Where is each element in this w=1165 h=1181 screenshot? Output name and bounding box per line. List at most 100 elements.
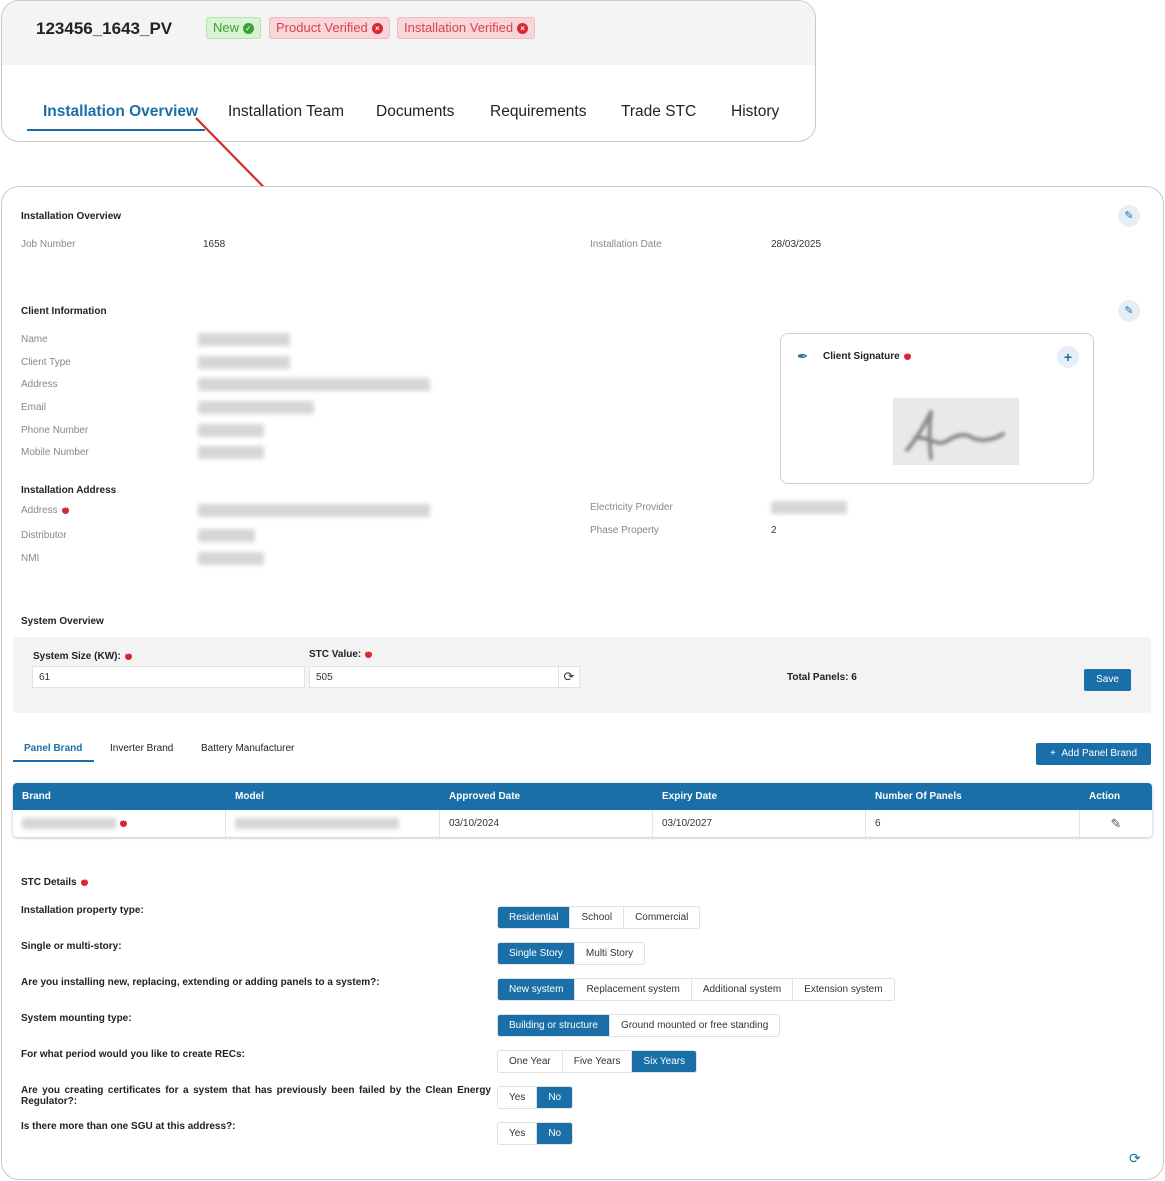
system-size-label: System Size (KW): [33, 650, 132, 662]
question-property-type: Installation property type: [21, 905, 144, 916]
edit-pencil-icon[interactable]: ✎ [1080, 810, 1152, 837]
tab-installation-overview[interactable]: Installation Overview [43, 103, 198, 121]
redacted-value [22, 818, 116, 829]
redacted-value [198, 401, 314, 414]
client-name-label: Name [21, 334, 48, 345]
phase-property-label: Phase Property [590, 525, 659, 536]
required-icon [80, 876, 88, 886]
rec-period-selector: One Year Five Years Six Years [497, 1050, 698, 1073]
system-type-selector: New system Replacement system Additional… [497, 978, 895, 1001]
redacted-value [198, 504, 430, 517]
refresh-stc-icon[interactable]: ⟳ [558, 666, 580, 688]
redacted-value [235, 818, 399, 829]
system-overview-panel: System Size (KW): 61 STC Value: 505 ⟳ To… [13, 637, 1151, 713]
section-title-system-overview: System Overview [21, 616, 104, 627]
save-button[interactable]: Save [1084, 669, 1131, 691]
option-one-year[interactable]: One Year [498, 1051, 563, 1072]
section-title-installation-overview: Installation Overview [21, 211, 122, 222]
required-icon [365, 648, 373, 658]
total-panels-text: Total Panels: 6 [787, 672, 857, 683]
installation-details-card: Installation Overview ✎ Job Number 1658 … [1, 186, 1164, 1180]
option-extension-system[interactable]: Extension system [793, 979, 893, 1000]
option-building-or-structure[interactable]: Building or structure [498, 1015, 610, 1036]
main-tabs: Installation Overview Installation Team … [2, 65, 815, 141]
x-circle-icon: × [371, 22, 383, 34]
column-header-brand: Brand [22, 791, 51, 802]
installation-date-label: Installation Date [590, 239, 662, 250]
story-selector: Single Story Multi Story [497, 942, 646, 965]
cell-model [226, 810, 440, 837]
option-replacement-system[interactable]: Replacement system [575, 979, 692, 1000]
client-phone-label: Phone Number [21, 425, 89, 436]
tab-panel-brand[interactable]: Panel Brand [24, 743, 82, 754]
add-signature-button[interactable]: + [1057, 346, 1079, 368]
distributor-label: Distributor [21, 530, 67, 541]
redacted-value [198, 446, 264, 459]
client-signature-card: ✒ Client Signature + [780, 333, 1094, 484]
table-row: 03/10/2024 03/10/2027 6 ✎ [13, 810, 1152, 837]
refresh-icon[interactable]: ⟳ [1129, 1150, 1141, 1167]
add-panel-brand-button[interactable]: + Add Panel Brand [1036, 743, 1151, 765]
tab-history[interactable]: History [731, 103, 779, 121]
job-header-bar: 123456_1643_PV New ✓ Product Verified × … [2, 1, 815, 65]
option-residential[interactable]: Residential [498, 907, 571, 928]
option-school[interactable]: School [570, 907, 625, 928]
pen-signature-icon: ✒ [797, 348, 809, 364]
option-yes[interactable]: Yes [498, 1123, 538, 1144]
tab-trade-stc[interactable]: Trade STC [621, 103, 696, 121]
active-tab-indicator [27, 129, 205, 131]
option-commercial[interactable]: Commercial [624, 907, 699, 928]
option-no[interactable]: No [537, 1123, 573, 1144]
job-title: 123456_1643_PV [36, 19, 173, 38]
column-header-expiry-date: Expiry Date [662, 791, 718, 802]
status-badge-installation-verified: Installation Verified × [397, 17, 536, 39]
client-mobile-label: Mobile Number [21, 447, 89, 458]
redacted-value [198, 356, 290, 369]
signature-title: Client Signature [823, 350, 911, 362]
question-multiple-sgu: Is there more than one SGU at this addre… [21, 1121, 236, 1132]
redacted-value [198, 378, 430, 391]
option-single-story[interactable]: Single Story [498, 943, 575, 964]
option-six-years[interactable]: Six Years [632, 1051, 697, 1072]
option-multi-story[interactable]: Multi Story [575, 943, 644, 964]
option-yes[interactable]: Yes [498, 1087, 538, 1108]
option-additional-system[interactable]: Additional system [692, 979, 794, 1000]
tab-battery-manufacturer[interactable]: Battery Manufacturer [201, 743, 294, 754]
panel-brand-table: Brand Model Approved Date Expiry Date Nu… [13, 783, 1152, 837]
redacted-value [771, 501, 847, 514]
edit-pencil-icon[interactable]: ✎ [1118, 300, 1140, 322]
badge-label: New [213, 20, 240, 35]
option-no[interactable]: No [537, 1087, 573, 1108]
redacted-value [198, 333, 290, 346]
check-circle-icon: ✓ [243, 22, 255, 34]
mounting-type-selector: Building or structure Ground mounted or … [497, 1014, 781, 1037]
failed-system-selector: Yes No [497, 1086, 574, 1109]
tab-inverter-brand[interactable]: Inverter Brand [110, 743, 173, 754]
question-rec-period: For what period would you like to create… [21, 1049, 245, 1060]
question-system-type: Are you installing new, replacing, exten… [21, 977, 380, 988]
question-failed-system: Are you creating certificates for a syst… [21, 1085, 491, 1107]
active-subtab-indicator [13, 760, 94, 762]
option-ground-mounted[interactable]: Ground mounted or free standing [610, 1015, 779, 1036]
question-mounting-type: System mounting type: [21, 1013, 132, 1024]
system-size-input[interactable]: 61 [32, 666, 305, 688]
column-header-model: Model [235, 791, 264, 802]
section-title-client-information: Client Information [21, 306, 107, 317]
status-badge-new: New ✓ [206, 17, 262, 39]
stc-value-label: STC Value: [309, 648, 373, 660]
signature-scribble [905, 410, 1005, 460]
install-address-label: Address [21, 504, 69, 516]
stc-value-input[interactable]: 505 [309, 666, 559, 688]
column-header-approved-date: Approved Date [449, 791, 521, 802]
job-header-card: 123456_1643_PV New ✓ Product Verified × … [1, 0, 816, 142]
x-circle-icon: × [517, 22, 529, 34]
tab-requirements[interactable]: Requirements [490, 103, 587, 121]
badge-label: Installation Verified [404, 20, 514, 35]
tab-documents[interactable]: Documents [376, 103, 454, 121]
cell-brand [13, 810, 226, 837]
option-new-system[interactable]: New system [498, 979, 576, 1000]
edit-pencil-icon[interactable]: ✎ [1118, 205, 1140, 227]
option-five-years[interactable]: Five Years [563, 1051, 633, 1072]
client-address-label: Address [21, 379, 58, 390]
job-number-label: Job Number [21, 239, 76, 250]
